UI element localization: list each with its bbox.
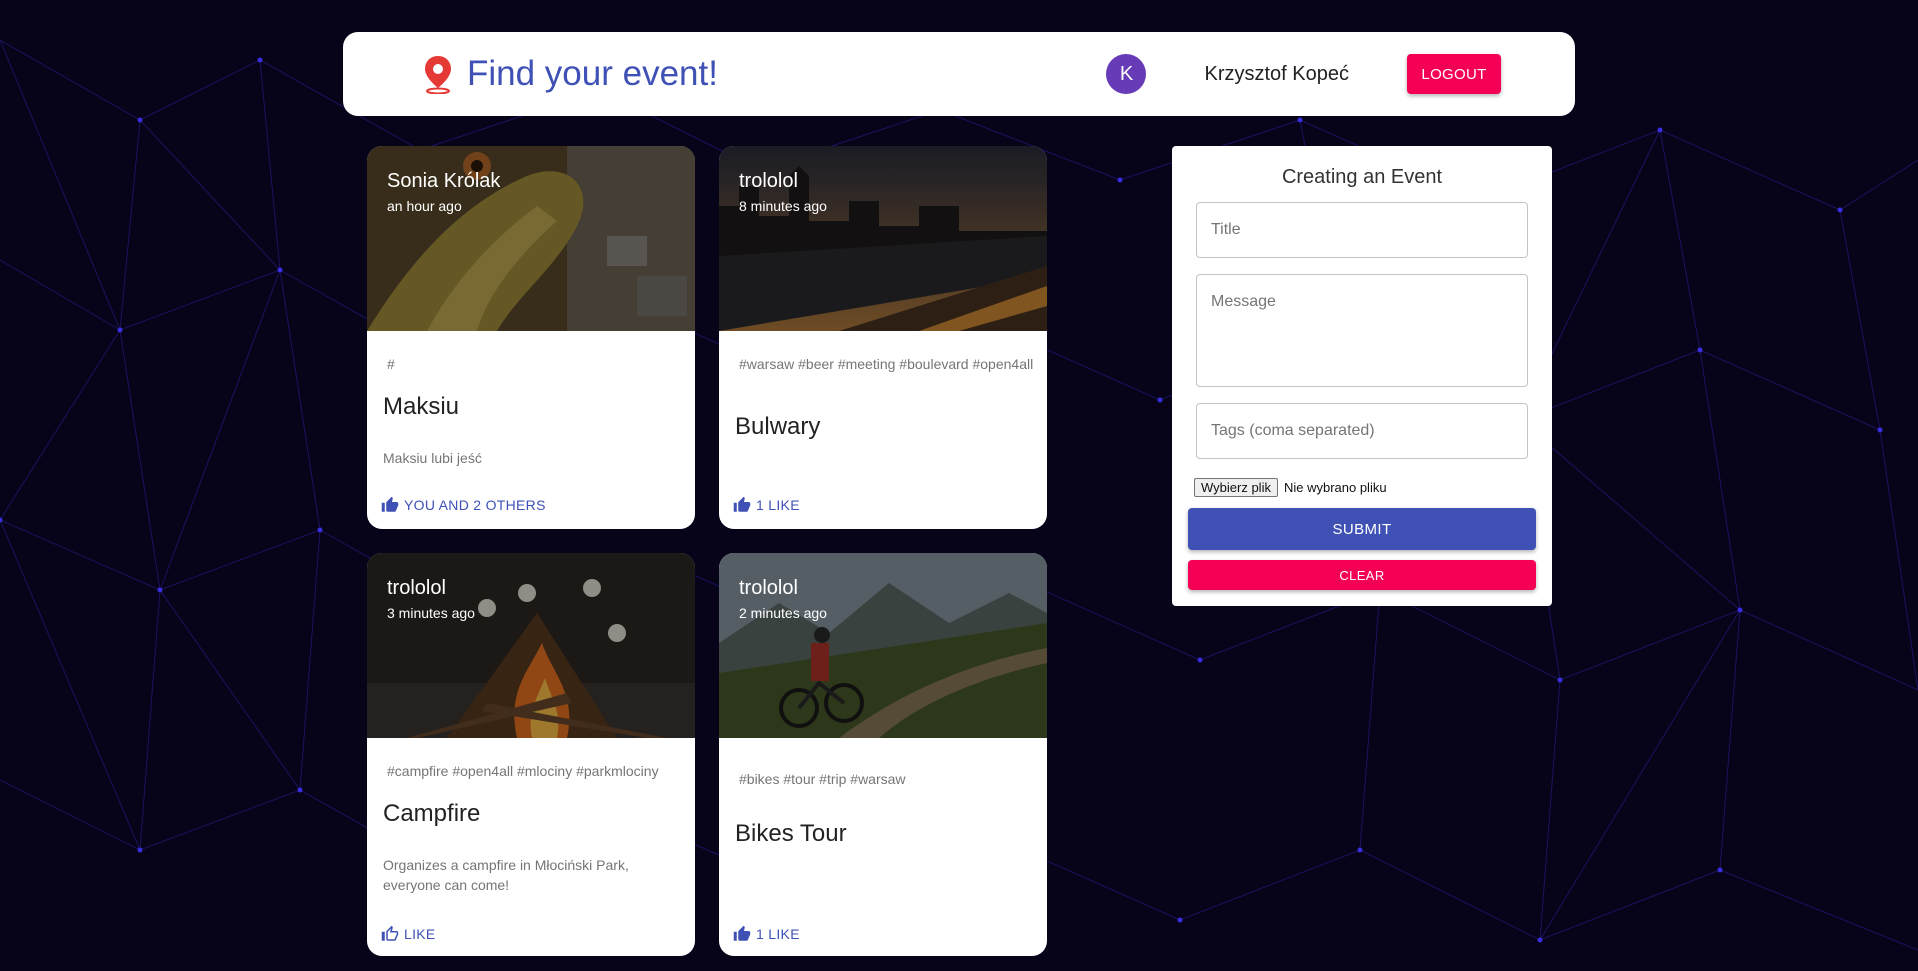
card-message: Organizes a campfire in Młociński Park, … [383,857,629,893]
card-media[interactable]: Sonia Królak an hour ago [367,146,695,331]
tags-field[interactable]: Tags (coma separated) [1196,403,1528,459]
file-status: Nie wybrano pliku [1283,480,1387,495]
file-input: Wybierz plik Nie wybrano pliku [1194,478,1387,497]
user-name: Krzysztof Kopeć [1204,62,1349,85]
card-tags: #bikes #tour #trip #warsaw [739,771,906,787]
card-title: Campfire [383,800,481,827]
form-heading: Creating an Event [1281,166,1443,188]
card-time: 8 minutes ago [739,198,827,214]
card-author: trololol [739,170,798,192]
brand: Find your event! [421,54,718,94]
app-bar: Find your event! K Krzysztof Kopeć LOGOU… [343,32,1575,116]
card-time: 2 minutes ago [739,605,827,621]
card-time: 3 minutes ago [387,605,475,621]
event-card: trololol 3 minutes ago #campfire #open4a… [367,553,695,956]
avatar[interactable]: K [1106,54,1147,94]
message-field[interactable]: Message [1196,274,1528,387]
card-title: Bikes Tour [735,820,847,847]
clear-button[interactable]: CLEAR [1188,560,1536,590]
card-author: trololol [387,577,446,599]
title-placeholder: Title [1211,221,1241,238]
message-placeholder: Message [1211,293,1276,310]
like-button[interactable]: LIKE [381,925,436,943]
event-card: trololol 2 minutes ago #bikes #tour #tri… [719,553,1047,956]
thumb-up-outline-icon [381,925,399,941]
user-box: K Krzysztof Kopeć LOGOUT [1106,54,1501,94]
thumb-up-filled-icon [733,496,751,512]
like-label: YOU AND 2 OTHERS [404,497,546,513]
card-author: Sonia Królak [387,170,501,192]
title-field[interactable]: Title [1196,202,1528,258]
app-title: Find your event! [467,54,718,93]
card-media[interactable]: trololol 8 minutes ago [719,146,1047,331]
logout-button[interactable]: LOGOUT [1407,54,1501,94]
card-author: trololol [739,577,798,599]
thumb-up-filled-icon [381,496,399,512]
like-label: 1 LIKE [756,497,800,513]
create-event-form: Creating an Event Title Message Tags (co… [1172,146,1552,606]
like-button[interactable]: 1 LIKE [733,496,800,514]
like-label: 1 LIKE [756,926,800,942]
card-time: an hour ago [387,198,462,214]
thumb-up-filled-icon [733,925,751,941]
card-tags: #campfire #open4all #mlociny #parkmlocin… [387,763,659,779]
like-button[interactable]: 1 LIKE [733,925,800,943]
card-media[interactable]: trololol 2 minutes ago [719,553,1047,738]
card-message: Maksiu lubi jeść [383,450,482,466]
location-pin-icon [425,56,451,94]
card-tags: #warsaw #beer #meeting #boulevard #open4… [739,356,1034,372]
submit-button[interactable]: SUBMIT [1188,508,1536,550]
card-tags: # [387,356,395,372]
like-label: LIKE [404,926,436,942]
card-media[interactable]: trololol 3 minutes ago [367,553,695,738]
event-card: trololol 8 minutes ago #warsaw #beer #me… [719,146,1047,529]
card-title: Bulwary [735,413,821,440]
event-card: Sonia Królak an hour ago # Maksiu Maksiu… [367,146,695,529]
tags-placeholder: Tags (coma separated) [1211,422,1375,439]
like-button[interactable]: YOU AND 2 OTHERS [381,496,546,514]
card-title: Maksiu [383,393,460,420]
choose-file-button[interactable]: Wybierz plik [1194,478,1278,497]
